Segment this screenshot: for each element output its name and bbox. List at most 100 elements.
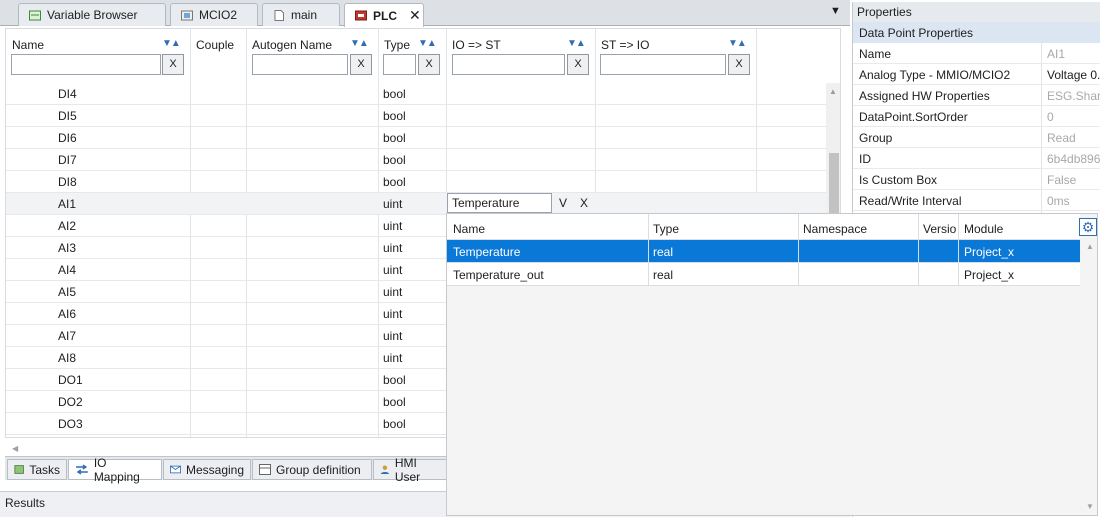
popup-cell-module: Project_x — [964, 245, 1015, 259]
property-row[interactable]: DataPoint.SortOrder 0 — [853, 106, 1100, 127]
property-value: False — [1047, 173, 1077, 187]
popup-column-module[interactable]: Module — [964, 222, 1003, 236]
cancel-button[interactable]: X — [574, 193, 594, 213]
row-name: AI1 — [58, 197, 77, 211]
scroll-left-icon[interactable]: ◀ — [12, 444, 18, 453]
tab-label: PLC — [373, 8, 397, 23]
row-name: AI3 — [58, 241, 77, 255]
table-row[interactable]: DI6 bool — [6, 127, 826, 149]
io-st-cell-editor-input[interactable]: Temperature — [447, 193, 552, 213]
sort-icon[interactable]: ▼▲ — [350, 38, 369, 49]
property-row[interactable]: Assigned HW Properties ESG.Shark — [853, 85, 1100, 106]
popup-scrollbar[interactable]: ▲ ▼ — [1083, 240, 1097, 515]
name-filter-input[interactable] — [11, 54, 161, 75]
row-type: uint — [383, 307, 403, 321]
close-icon[interactable]: ✕ — [409, 7, 421, 24]
scroll-down-icon[interactable]: ▼ — [1086, 502, 1094, 511]
sort-icon[interactable]: ▼▲ — [162, 38, 181, 49]
clear-filter-button[interactable]: X — [418, 54, 440, 75]
property-row[interactable]: Read/Write Interval 0ms — [853, 190, 1100, 211]
tab-hmi-user[interactable]: HMI User — [373, 456, 447, 484]
row-type: uint — [383, 351, 403, 365]
column-header-type: Type ▼▲ X — [378, 29, 446, 83]
properties-title: Properties — [853, 2, 1100, 22]
st-io-filter-input[interactable] — [600, 54, 726, 75]
tab-label: HMI User — [394, 455, 421, 484]
device-icon — [181, 10, 193, 20]
tab-io-mapping[interactable]: IO Mapping — [68, 456, 162, 484]
popup-column-name[interactable]: Name — [453, 222, 485, 236]
tab-group-definition[interactable]: Group definition — [252, 459, 372, 480]
row-name: DO3 — [58, 417, 83, 431]
tab-variable-browser[interactable]: Variable Browser — [18, 3, 166, 26]
table-row[interactable]: DI8 bool — [6, 171, 826, 193]
tasks-icon — [14, 465, 24, 474]
popup-column-version[interactable]: Versio — [923, 222, 956, 236]
scroll-up-icon[interactable]: ▲ — [1086, 242, 1094, 251]
document-tab-strip: Variable Browser MCIO2 main PLC ✕ ▼ — [0, 0, 850, 27]
tab-label: Messaging — [185, 462, 244, 477]
row-name: DI4 — [58, 87, 77, 101]
column-header-st-to-io: ST => IO ▼▲ X — [595, 29, 756, 83]
io-mapping-icon — [75, 464, 88, 475]
property-row[interactable]: ID 6b4db896 — [853, 148, 1100, 169]
popup-row[interactable]: Temperature real Project_x — [447, 240, 1080, 263]
autogen-filter-input[interactable] — [252, 54, 348, 75]
clear-filter-button[interactable]: X — [567, 54, 589, 75]
variable-picker-popup: Name Type Namespace Versio Module Temper… — [446, 213, 1098, 516]
tab-messaging[interactable]: Messaging — [163, 459, 251, 480]
sort-icon[interactable]: ▼▲ — [567, 38, 586, 49]
property-row[interactable]: Name AI1 — [853, 43, 1100, 64]
tab-tasks[interactable]: Tasks — [7, 459, 67, 480]
clear-filter-button[interactable]: X — [162, 54, 184, 75]
gear-icon[interactable]: ⚙ — [1079, 218, 1097, 236]
column-header-io-to-st: IO => ST ▼▲ X — [446, 29, 595, 83]
row-name: DI7 — [58, 153, 77, 167]
row-type: bool — [383, 109, 406, 123]
row-type: uint — [383, 329, 403, 343]
tab-plc[interactable]: PLC ✕ — [344, 3, 424, 27]
row-name: AI7 — [58, 329, 77, 343]
clear-filter-button[interactable]: X — [728, 54, 750, 75]
table-row[interactable]: DI7 bool — [6, 149, 826, 171]
row-name: DI8 — [58, 175, 77, 189]
column-title: IO => ST — [452, 38, 501, 52]
property-value: Voltage 0. — [1047, 68, 1100, 82]
tab-mcio2[interactable]: MCIO2 — [170, 3, 258, 26]
property-row[interactable]: Group Read — [853, 127, 1100, 148]
table-row[interactable]: AI1 uint — [6, 193, 826, 215]
type-filter-input[interactable] — [383, 54, 416, 75]
row-type: uint — [383, 197, 403, 211]
row-name: DI5 — [58, 109, 77, 123]
tab-list-dropdown-icon[interactable]: ▼ — [830, 5, 841, 17]
column-title: Name — [12, 38, 45, 52]
popup-cell-name: Temperature_out — [453, 268, 544, 282]
table-row[interactable]: DI5 bool — [6, 105, 826, 127]
tab-label: IO Mapping — [93, 455, 140, 484]
property-key: Is Custom Box — [859, 173, 938, 187]
tab-main[interactable]: main — [262, 3, 340, 26]
scroll-up-icon[interactable]: ▲ — [829, 87, 837, 96]
row-type: bool — [383, 131, 406, 145]
popup-cell-type: real — [653, 268, 674, 282]
table-row[interactable]: DI4 bool — [6, 83, 826, 105]
io-st-filter-input[interactable] — [452, 54, 565, 75]
sort-icon[interactable]: ▼▲ — [418, 38, 437, 49]
accept-button[interactable]: V — [553, 193, 573, 213]
popup-column-type[interactable]: Type — [653, 222, 679, 236]
property-value: 0ms — [1047, 194, 1070, 208]
column-header-autogen-name: Autogen Name ▼▲ X — [246, 29, 378, 83]
property-value: ESG.Shark — [1047, 89, 1100, 103]
clear-filter-button[interactable]: X — [350, 54, 372, 75]
popup-row[interactable]: Temperature_out real Project_x — [447, 263, 1080, 286]
scroll-thumb[interactable] — [829, 153, 839, 213]
property-key: Analog Type - MMIO/MCIO2 — [859, 68, 1011, 82]
property-row[interactable]: Analog Type - MMIO/MCIO2 Voltage 0. — [853, 64, 1100, 85]
property-row[interactable]: Is Custom Box False — [853, 169, 1100, 190]
sort-icon[interactable]: ▼▲ — [728, 38, 747, 49]
tab-label: main — [291, 8, 318, 22]
document-icon — [274, 9, 284, 21]
popup-column-namespace[interactable]: Namespace — [803, 222, 867, 236]
row-type: uint — [383, 219, 403, 233]
popup-cell-module: Project_x — [964, 268, 1015, 282]
